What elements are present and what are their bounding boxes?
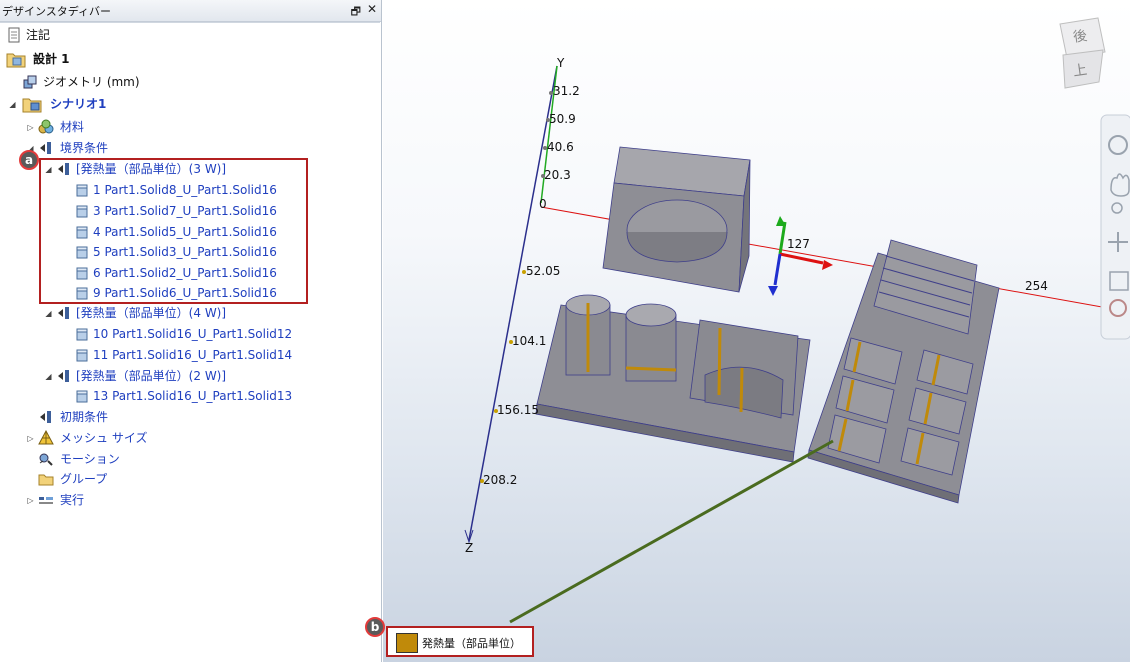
tree-label-motion: モーション <box>60 452 120 466</box>
tree-item-mesh-size[interactable]: ▷ メッシュ サイズ <box>0 428 370 448</box>
tree-label-part: 10 Part1.Solid16_U_Part1.Solid12 <box>93 327 293 341</box>
tree-item-materials[interactable]: ▷ 材料 <box>0 117 370 137</box>
tree-item-boundary-conditions[interactable]: ◢ 境界条件 <box>0 138 370 158</box>
design-tree: 注記 設計 1 ジオメトリ (mm) ◢ シナリオ1 ▷ 材料 ◢ 境界条件 ◢… <box>0 22 380 663</box>
tree-item-geometry[interactable]: ジオメトリ (mm) <box>0 72 370 92</box>
tick-label: 40.6 <box>547 140 574 154</box>
model-view <box>464 17 1130 624</box>
run-icon <box>39 497 53 504</box>
expand-icon[interactable]: ▷ <box>26 496 35 505</box>
axis-label-z: Z <box>465 541 474 555</box>
solid-part-icon <box>76 349 88 362</box>
tree-label-geometry: ジオメトリ (mm) <box>43 75 140 89</box>
tree-item-notes[interactable]: 注記 <box>0 25 370 45</box>
tick-label: 52.05 <box>526 264 561 278</box>
tree-item-heat-4w[interactable]: ◢ [発熱量（部品単位）(4 W)] <box>0 303 370 323</box>
highlight-box-heat-3w <box>39 158 308 304</box>
materials-icon <box>38 119 54 134</box>
graphics-viewport[interactable]: Y Z 31.2 50.9 40.6 20.3 0 52.05 104.1 15… <box>383 0 1130 662</box>
tree-item-part[interactable]: 10 Part1.Solid16_U_Part1.Solid12 <box>0 324 370 344</box>
tick-label: 20.3 <box>544 168 571 182</box>
design-study-bar: デザインスタディバー 🗗 ✕ 注記 設計 1 ジオメトリ (mm) ◢ シナリオ… <box>0 0 382 662</box>
design-folder-icon <box>6 53 26 68</box>
tree-label-mesh: メッシュ サイズ <box>60 431 148 445</box>
tree-item-scenario[interactable]: ◢ シナリオ1 <box>0 94 370 114</box>
solid-part-icon <box>76 328 88 341</box>
tree-item-run[interactable]: ▷ 実行 <box>0 490 370 510</box>
tick-label: 50.9 <box>549 112 576 126</box>
panel-header: デザインスタディバー 🗗 ✕ <box>0 0 381 22</box>
groups-folder-icon <box>38 474 54 486</box>
x-tick-label: 127 <box>787 237 810 251</box>
tick-label: 208.2 <box>483 473 518 487</box>
tree-item-part[interactable]: 11 Part1.Solid16_U_Part1.Solid14 <box>0 345 370 365</box>
collapse-icon[interactable]: ◢ <box>44 309 53 318</box>
heat-legend: 発熱量（部品単位） <box>386 626 534 657</box>
collapse-icon[interactable]: ◢ <box>8 100 17 109</box>
viewcube-side-face[interactable]: 後 <box>1072 25 1089 47</box>
callout-a: a <box>19 150 39 170</box>
tree-label-scenario: シナリオ1 <box>50 97 107 111</box>
tree-label-run: 実行 <box>60 493 85 507</box>
tree-item-initial-conditions[interactable]: 初期条件 <box>0 407 370 427</box>
collapse-icon[interactable]: ◢ <box>44 372 53 381</box>
expand-icon[interactable]: ▷ <box>26 123 35 132</box>
solid-part-icon <box>76 390 88 403</box>
z-axis-line <box>468 65 558 541</box>
panel-title: デザインスタディバー <box>2 5 112 18</box>
tree-label-initial: 初期条件 <box>60 410 109 424</box>
pin-icon[interactable]: 🗗 <box>351 3 361 22</box>
tick-label: 156.15 <box>497 403 539 417</box>
initial-conditions-icon <box>40 411 51 423</box>
expand-icon[interactable]: ▷ <box>26 434 35 443</box>
tree-item-motion[interactable]: モーション <box>0 449 370 469</box>
tree-item-design[interactable]: 設計 1 <box>0 49 370 69</box>
boundary-conditions-icon <box>40 142 51 154</box>
viewcube-top-face[interactable]: 上 <box>1072 59 1089 81</box>
tree-label-notes: 注記 <box>26 28 51 42</box>
close-icon[interactable]: ✕ <box>367 2 377 16</box>
tick-label: 0 <box>539 197 547 211</box>
callout-b: b <box>365 617 385 637</box>
axis-label-y: Y <box>557 56 565 70</box>
notes-icon <box>8 27 20 43</box>
tree-label-part: 11 Part1.Solid16_U_Part1.Solid14 <box>93 348 293 362</box>
tree-label-part: 13 Part1.Solid16_U_Part1.Solid13 <box>93 389 293 403</box>
tree-label-groups: グループ <box>60 472 108 486</box>
tree-label-materials: 材料 <box>60 120 85 134</box>
x-tick-label: 254 <box>1025 279 1048 293</box>
tree-label-design: 設計 1 <box>33 52 70 66</box>
heat-load-icon <box>58 370 69 382</box>
tick-label: 31.2 <box>553 84 580 98</box>
tree-item-heat-2w[interactable]: ◢ [発熱量（部品単位）(2 W)] <box>0 366 370 386</box>
tree-item-groups[interactable]: グループ <box>0 469 370 489</box>
tree-label-boundary: 境界条件 <box>60 141 109 155</box>
legend-label: 発熱量（部品単位） <box>422 637 521 650</box>
tick-label: 104.1 <box>512 334 547 348</box>
mesh-icon <box>38 430 54 445</box>
tree-item-part[interactable]: 13 Part1.Solid16_U_Part1.Solid13 <box>0 386 370 406</box>
motion-icon <box>39 453 53 466</box>
heat-load-icon <box>58 307 69 319</box>
tree-label-heat-2w: [発熱量（部品単位）(2 W)] <box>76 369 227 383</box>
geometry-icon <box>23 75 37 89</box>
scenario-folder-icon <box>22 98 42 113</box>
tree-label-heat-4w: [発熱量（部品単位）(4 W)] <box>76 306 227 320</box>
legend-leader-line <box>509 439 834 624</box>
legend-color-swatch <box>396 633 418 653</box>
